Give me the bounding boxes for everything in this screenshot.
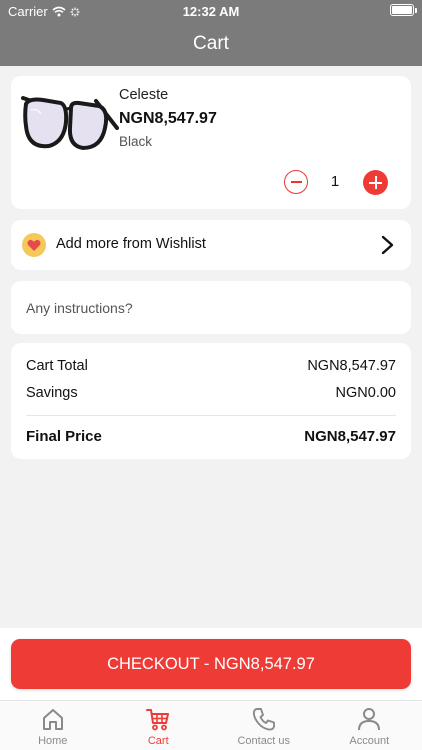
savings-value: NGN0.00 [335,385,396,401]
product-color: Black [119,134,153,149]
final-price-value: NGN8,547.97 [304,428,396,445]
instructions-input[interactable] [11,281,411,334]
phone-icon [252,708,275,731]
checkout-button[interactable]: CHECKOUT - NGN8,547.97 [11,639,411,689]
savings-label: Savings [26,385,78,401]
cart-total-value: NGN8,547.97 [307,358,396,374]
eyeglasses-product-image[interactable] [19,84,119,170]
increase-quantity-button[interactable] [363,170,388,195]
instructions-card [11,281,411,334]
chevron-right-icon [381,235,394,255]
quantity-value: 1 [330,173,340,190]
product-name: Celeste [119,87,169,103]
tab-account-label: Account [349,735,390,747]
tab-cart-label: Cart [147,735,169,747]
wishlist-label: Add more from Wishlist [56,236,206,252]
cart-total-row: Cart Total NGN8,547.97 [26,358,396,374]
tab-home[interactable]: Home [0,701,106,750]
final-price-label: Final Price [26,428,102,445]
account-icon [358,708,381,731]
cart-item-card: Celeste NGN8,547.97 Black 1 [11,76,411,209]
savings-row: Savings NGN0.00 [26,385,396,401]
cart-total-label: Cart Total [26,358,88,374]
product-price: NGN8,547.97 [119,110,217,127]
final-price-row: Final Price NGN8,547.97 [26,428,396,445]
add-from-wishlist-row[interactable]: Add more from Wishlist [11,220,411,270]
tab-contact-us-label: Contact us [237,735,291,747]
tab-cart[interactable]: Cart [106,701,212,750]
tab-contact-us[interactable]: Contact us [211,701,317,750]
tab-home-label: Home [38,735,68,747]
tab-bar: Home Cart Contact us Account [0,700,422,750]
cart-icon [146,709,170,731]
price-summary: Cart Total NGN8,547.97 Savings NGN0.00 F… [11,343,411,459]
tab-account[interactable]: Account [317,701,422,750]
checkout-area: CHECKOUT - NGN8,547.97 [0,628,422,700]
heart-icon [22,233,46,257]
status-time: 12:32 AM [182,4,240,19]
divider [26,415,396,416]
home-icon [42,709,63,730]
status-bar: Carrier 12:32 AM [0,0,422,22]
decrease-quantity-button[interactable] [284,170,308,194]
page-title: Cart [0,22,422,66]
battery-icon [390,4,417,16]
